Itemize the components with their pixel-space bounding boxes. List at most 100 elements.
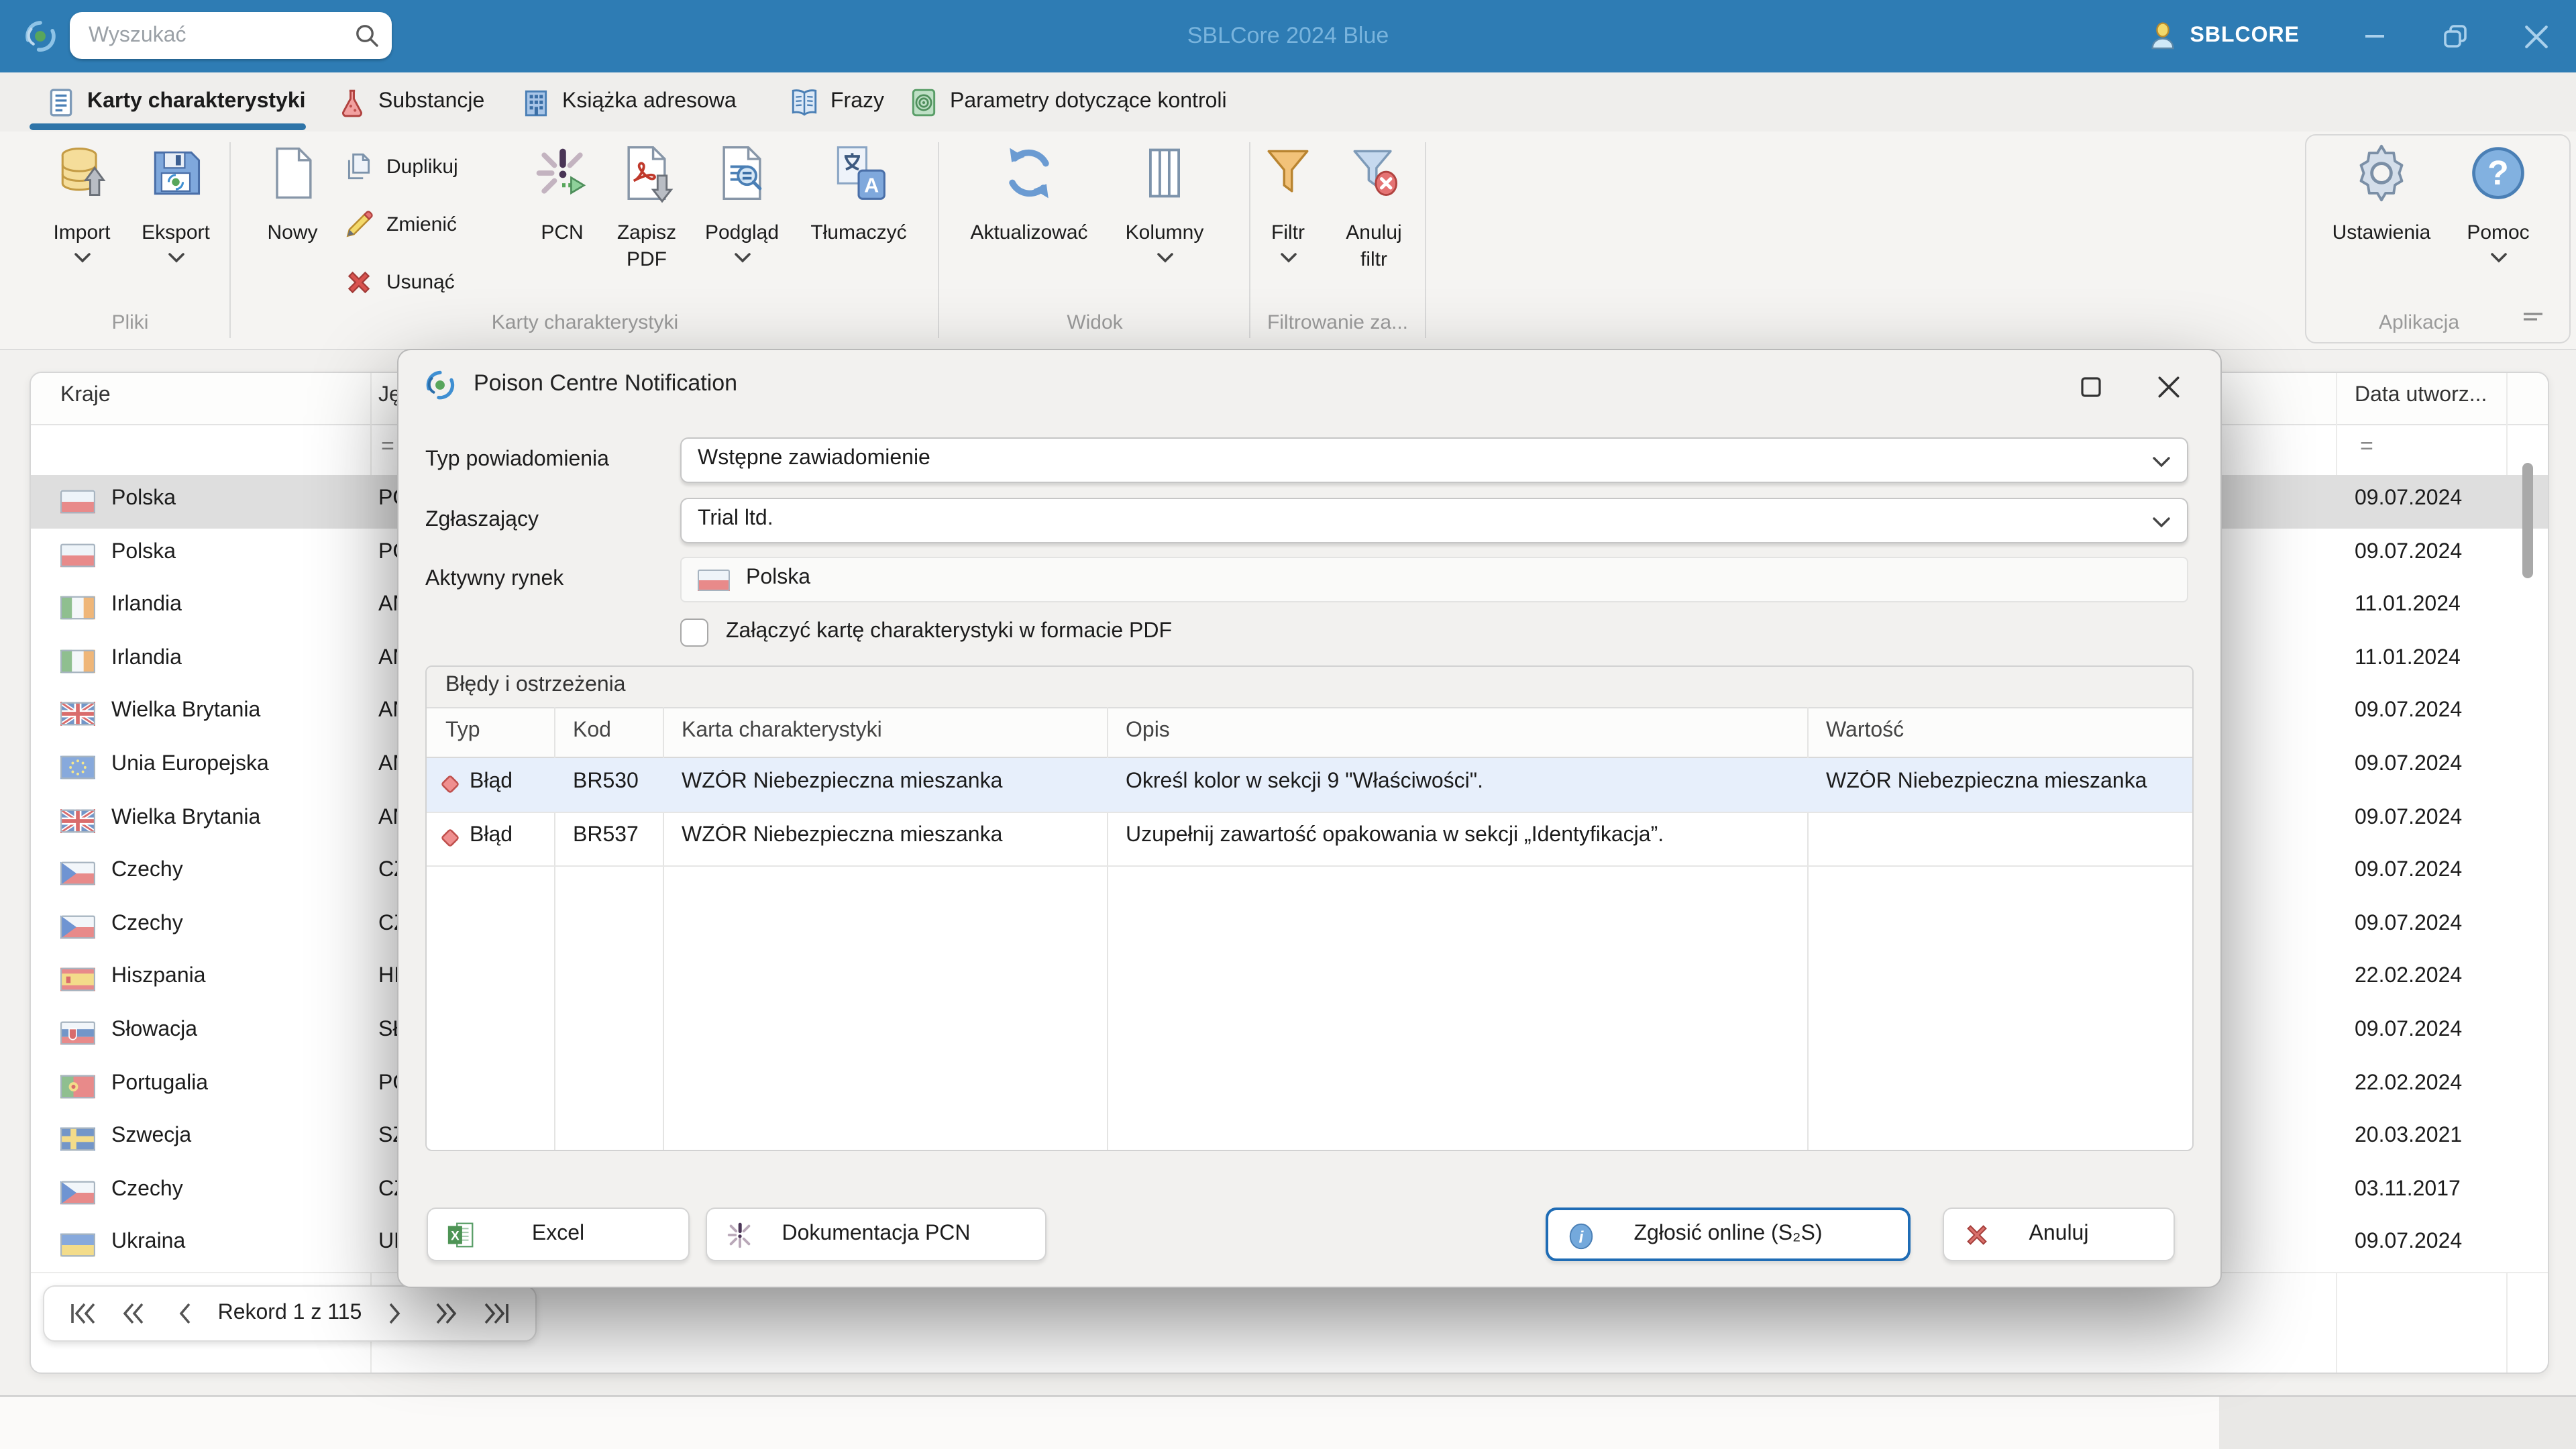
control-target-icon xyxy=(908,87,939,117)
menu-icon[interactable] xyxy=(2522,311,2544,327)
building-icon xyxy=(521,87,551,117)
user-account[interactable]: SBLCORE xyxy=(2147,20,2300,52)
kolumny-button[interactable]: Kolumny xyxy=(1097,142,1232,263)
error-sds-name: WZÓR Niebezpieczna mieszanka xyxy=(682,824,1003,847)
zglaszajacy-dropdown[interactable]: Trial ltd. xyxy=(680,498,2188,543)
book-icon xyxy=(789,87,820,117)
field-label-zglaszajacy: Zgłaszający xyxy=(425,508,539,531)
country-name: Portugalia xyxy=(111,1071,209,1095)
error-code: BR530 xyxy=(573,770,639,793)
country-name: Unia Europejska xyxy=(111,753,269,775)
attach-pdf-label: Załączyć kartę charakterystyki w formaci… xyxy=(726,620,1173,643)
created-date: 09.07.2024 xyxy=(2355,487,2463,510)
col-kod[interactable]: Kod xyxy=(573,719,611,743)
refresh-icon xyxy=(942,142,1116,212)
anuluj-filtr-button[interactable]: Anuluj filtr xyxy=(1320,142,1428,274)
error-description: Uzupełnij zawartość opakowania w sekcji … xyxy=(1126,824,1664,847)
country-name: Słowacja xyxy=(111,1018,198,1041)
tab-frazy[interactable]: Frazy xyxy=(789,72,884,131)
dokumentacja-pcn-button[interactable]: Dokumentacja PCN xyxy=(706,1208,1046,1261)
ustawienia-button[interactable]: Ustawienia xyxy=(2309,142,2454,247)
prev-page-button[interactable] xyxy=(117,1296,152,1331)
username-label: SBLCORE xyxy=(2190,24,2300,47)
first-record-button[interactable] xyxy=(66,1296,101,1331)
user-icon xyxy=(2151,22,2175,50)
next-page-button[interactable] xyxy=(428,1296,463,1331)
anuluj-button[interactable]: Anuluj xyxy=(1943,1208,2175,1261)
zglosic-online-button[interactable]: i Zgłosić online (S₂S) xyxy=(1546,1208,1911,1261)
created-date: 09.07.2024 xyxy=(2355,806,2463,829)
column-header-data[interactable]: Data utworz... xyxy=(2355,384,2487,408)
es-flag-icon xyxy=(60,968,95,992)
excel-button[interactable]: X Excel xyxy=(427,1208,690,1261)
usunac-button[interactable]: Usunąć xyxy=(342,266,455,299)
close-button[interactable] xyxy=(2496,0,2576,72)
translate-icon: A xyxy=(785,142,932,212)
chevron-down-icon xyxy=(168,253,184,263)
tlumaczyc-button[interactable]: A Tłumaczyć xyxy=(785,142,932,247)
col-karta[interactable]: Karta charakterystyki xyxy=(682,719,882,743)
dialog-title: Poison Centre Notification xyxy=(474,370,738,396)
aktywny-rynek-field[interactable]: Polska xyxy=(680,557,2188,602)
titlebar: SBLCore 2024 Blue SBLCORE xyxy=(0,0,2576,72)
column-header-kraje[interactable]: Kraje xyxy=(60,384,111,408)
dialog-close-button[interactable] xyxy=(2151,369,2186,404)
eksport-button[interactable]: Eksport xyxy=(119,142,232,263)
created-date: 11.01.2024 xyxy=(2355,593,2461,616)
error-description: Określ kolor w sekcji 9 "Właściwości". xyxy=(1126,770,1484,793)
zmienic-button[interactable]: Zmienić xyxy=(342,208,457,241)
country-name: Irlandia xyxy=(111,646,182,669)
error-value: WZÓR Niebezpieczna mieszanka xyxy=(1826,770,2147,793)
duplikuj-button[interactable]: Duplikuj xyxy=(342,150,458,184)
error-row-BR537[interactable]: Błąd BR537 WZÓR Niebezpieczna mieszanka Uzu… xyxy=(427,812,2192,867)
vertical-scrollbar[interactable] xyxy=(2522,463,2533,578)
errors-groupbox: Błędy i ostrzeżenia Typ Kod Karta charak… xyxy=(425,665,2194,1151)
country-name: Czechy xyxy=(111,912,183,935)
dialog-maximize-button[interactable] xyxy=(2073,369,2108,404)
country-name: Wielka Brytania xyxy=(111,806,261,829)
tab-ksiazka-adresowa[interactable]: Książka adresowa xyxy=(521,72,737,131)
bottom-strip-right xyxy=(2219,1397,2576,1449)
col-opis[interactable]: Opis xyxy=(1126,719,1170,743)
cancel-x-icon xyxy=(1962,1220,1992,1250)
nowy-button[interactable]: Nowy xyxy=(246,142,339,247)
created-date: 22.02.2024 xyxy=(2355,1071,2463,1095)
record-pager: Rekord 1 z 115 xyxy=(43,1285,537,1342)
aktualizowac-button[interactable]: Aktualizować xyxy=(942,142,1116,247)
svg-text:i: i xyxy=(1579,1228,1585,1247)
gb-flag-icon xyxy=(60,702,95,727)
pomoc-button[interactable]: ? Pomoc xyxy=(2445,142,2552,263)
attach-pdf-checkbox[interactable] xyxy=(680,619,708,647)
error-code: BR537 xyxy=(573,824,639,847)
last-record-button[interactable] xyxy=(479,1296,514,1331)
next-record-button[interactable] xyxy=(378,1296,413,1331)
main-tabs: Karty charakterystyki Substancje Książka… xyxy=(0,72,2576,131)
tab-substancje[interactable]: Substancje xyxy=(337,72,484,131)
col-wartosc[interactable]: Wartość xyxy=(1826,719,1904,743)
prev-record-button[interactable] xyxy=(167,1296,202,1331)
app-window: SBLCore 2024 Blue SBLCORE xyxy=(0,0,2576,1449)
country-name: Irlandia xyxy=(111,593,182,616)
se-flag-icon xyxy=(60,1127,95,1151)
cz-flag-icon xyxy=(60,915,95,939)
typ-powiadomienia-dropdown[interactable]: Wstępne zawiadomienie xyxy=(680,437,2188,483)
pl-flag-icon xyxy=(60,543,95,567)
svg-text:?: ? xyxy=(2487,153,2509,192)
pcn-dialog: Poison Centre Notification Typ powiadomi… xyxy=(397,349,2222,1288)
new-document-icon xyxy=(246,142,339,212)
svg-text:X: X xyxy=(451,1230,460,1244)
created-date: 22.02.2024 xyxy=(2355,965,2463,988)
minimize-button[interactable] xyxy=(2334,0,2415,72)
maximize-button[interactable] xyxy=(2415,0,2496,72)
tab-karty-charakterystyki[interactable]: Karty charakterystyki xyxy=(46,72,306,131)
error-row-BR530[interactable]: Błąd BR530 WZÓR Niebezpieczna mieszanka Okr… xyxy=(427,758,2192,813)
gear-icon xyxy=(2309,142,2454,212)
tab-parametry-kontroli[interactable]: Parametry dotyczące kontroli xyxy=(908,72,1227,131)
created-date: 09.07.2024 xyxy=(2355,912,2463,935)
col-typ[interactable]: Typ xyxy=(445,719,480,743)
country-name: Szwecja xyxy=(111,1124,192,1148)
country-name: Czechy xyxy=(111,1177,183,1201)
country-name: Polska xyxy=(111,487,176,510)
chevron-down-icon xyxy=(1280,253,1296,263)
eu-flag-icon xyxy=(60,755,95,780)
